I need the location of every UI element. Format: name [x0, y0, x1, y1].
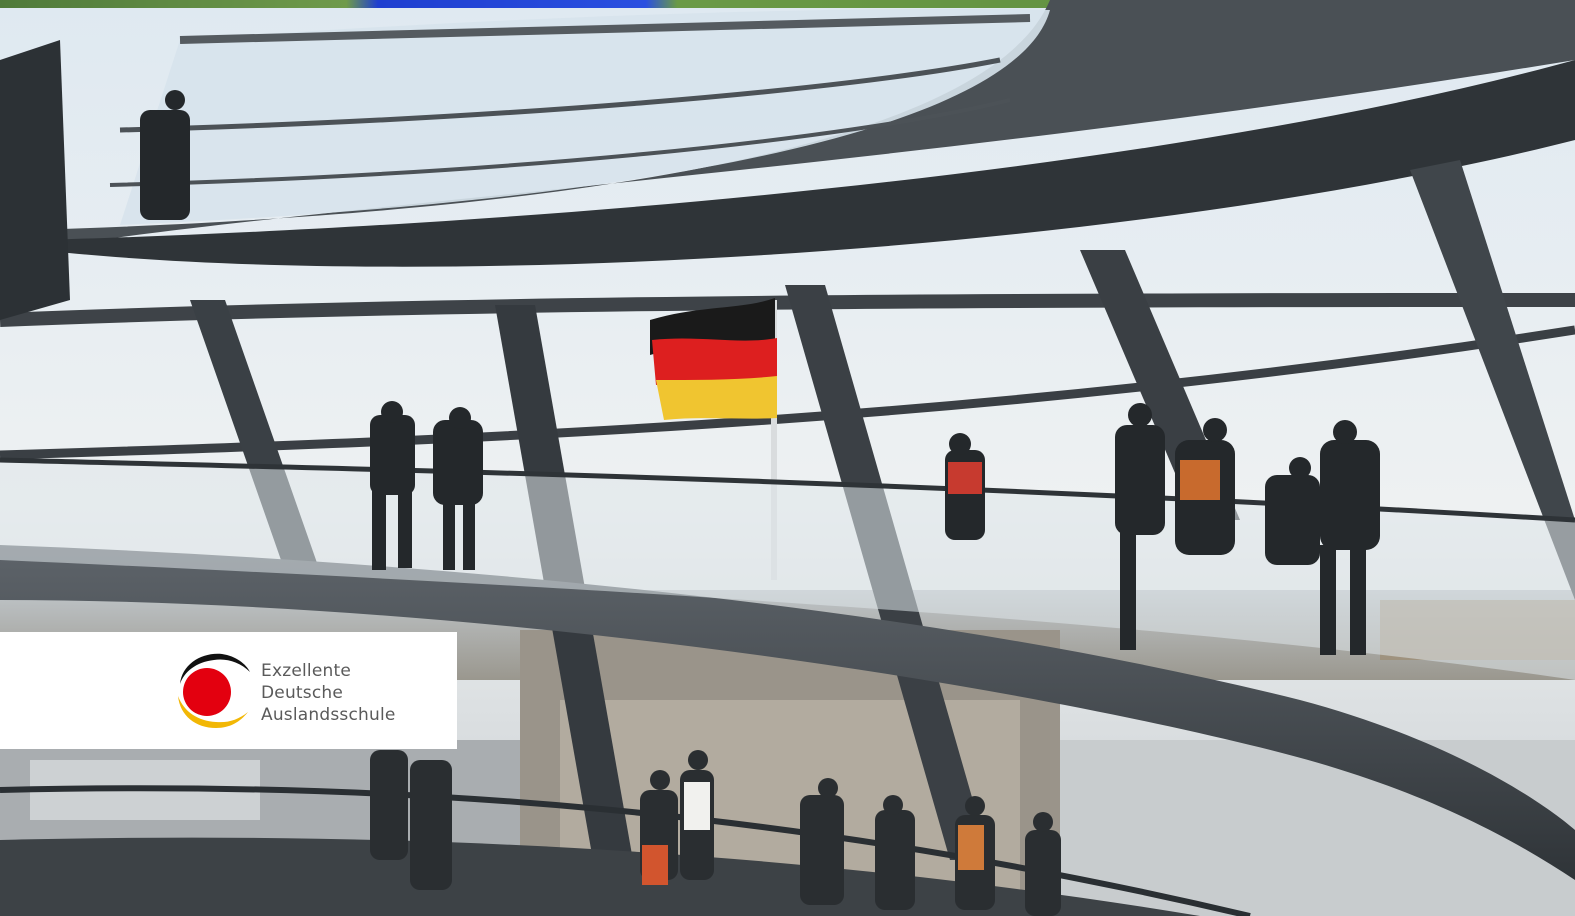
eda-logo-icon — [178, 653, 250, 728]
logo-wordmark: Exzellente Deutsche Auslandsschule — [261, 660, 396, 726]
logo-line-2: Deutsche — [261, 683, 344, 703]
reichstag-dome-photo — [0, 0, 1575, 916]
school-logo-card[interactable]: Exzellente Deutsche Auslandsschule — [0, 632, 457, 749]
hero-banner: Exzellente Deutsche Auslandsschule — [0, 0, 1575, 916]
logo-line-1: Exzellente — [261, 661, 351, 681]
logo-line-3: Auslandsschule — [261, 705, 396, 725]
